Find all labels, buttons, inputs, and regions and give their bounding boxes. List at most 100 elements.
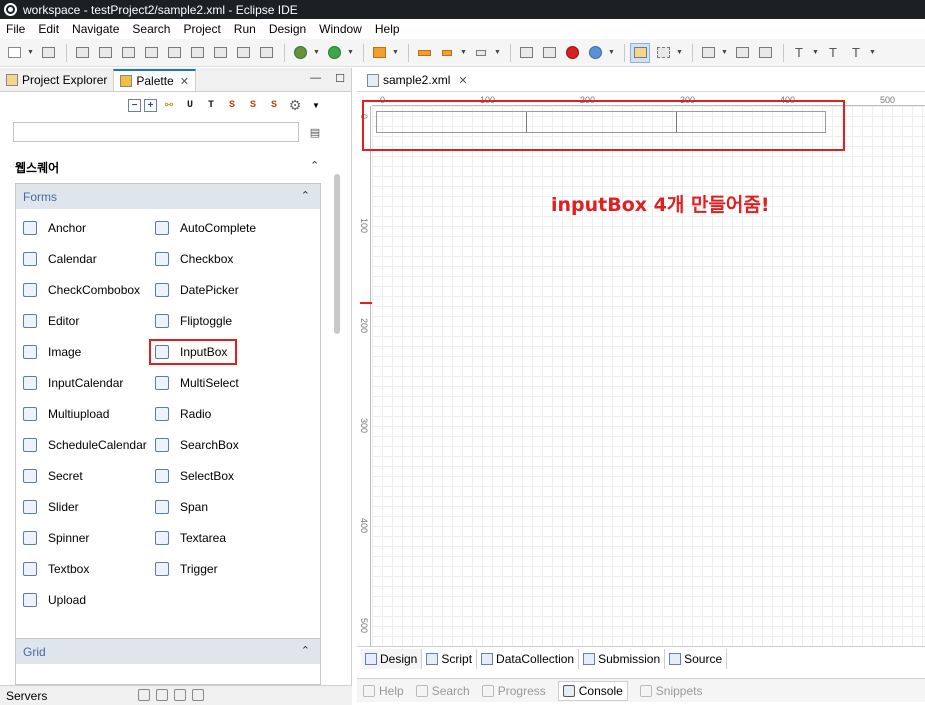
new-file-icon[interactable]	[4, 43, 24, 63]
menu-search[interactable]: Search	[132, 22, 170, 36]
menu-run[interactable]: Run	[234, 22, 256, 36]
tab-search[interactable]: Search	[415, 684, 470, 698]
menu-window[interactable]: Window	[319, 22, 362, 36]
maximize-icon[interactable]: ☐	[335, 72, 345, 85]
tools-icon[interactable]	[369, 43, 389, 63]
collapse-icon[interactable]: ⌃	[301, 189, 310, 202]
palette-item-searchbox[interactable]: SearchBox	[155, 434, 239, 456]
browser-dropdown-icon[interactable]: ▼	[608, 43, 615, 63]
design-canvas[interactable]: inputBox 4개 만들어줌!	[362, 100, 925, 646]
palette-item-calendar[interactable]: Calendar	[23, 248, 97, 270]
layout-icon-6[interactable]	[187, 43, 207, 63]
link-icon[interactable]: ⚯	[160, 96, 178, 114]
palette-item-schedulecalendar[interactable]: ScheduleCalendar	[23, 434, 147, 456]
palette-item-checkcombobox[interactable]: CheckCombobox	[23, 279, 140, 301]
palette-item-spinner[interactable]: Spinner	[23, 527, 89, 549]
collapse-all-icon[interactable]: −	[128, 98, 141, 112]
view-menu-icon[interactable]: ▼	[307, 96, 325, 114]
tag-s2-icon[interactable]: S	[244, 96, 262, 114]
layout-icon-4[interactable]	[141, 43, 161, 63]
palette-item-multiupload[interactable]: Multiupload	[23, 403, 109, 425]
debug-server-icon[interactable]	[156, 689, 168, 701]
palette-item-autocomplete[interactable]: AutoComplete	[155, 217, 256, 239]
start-server-icon[interactable]	[174, 689, 186, 701]
new-dropdown-icon[interactable]: ▼	[27, 43, 34, 63]
palette-item-checkbox[interactable]: Checkbox	[155, 248, 233, 270]
preview-icon[interactable]	[539, 43, 559, 63]
layout-icon-8[interactable]	[233, 43, 253, 63]
tab-snippets[interactable]: Snippets	[639, 684, 702, 698]
stop-server-icon[interactable]	[192, 689, 204, 701]
close-icon[interactable]: ✕	[180, 75, 189, 88]
align-icon[interactable]	[698, 43, 718, 63]
chevron-up-icon[interactable]: ⌃	[310, 159, 319, 172]
text-middle-icon[interactable]: T	[823, 43, 843, 63]
debug-dropdown-icon[interactable]: ▼	[313, 43, 320, 63]
open-perspective-icon[interactable]	[516, 43, 536, 63]
marquee-dropdown-icon[interactable]: ▼	[676, 43, 683, 63]
back-dropdown-icon[interactable]: ▼	[460, 43, 467, 63]
menu-help[interactable]: Help	[375, 22, 400, 36]
tab-palette[interactable]: Palette ✕	[113, 69, 196, 91]
run-dropdown-icon[interactable]: ▼	[347, 43, 354, 63]
text-bottom-dropdown-icon[interactable]: ▼	[869, 43, 876, 63]
scrollbar-thumb[interactable]	[334, 174, 340, 334]
marquee-icon[interactable]	[653, 43, 673, 63]
tag-u-icon[interactable]: U	[181, 96, 199, 114]
palette-item-anchor[interactable]: Anchor	[23, 217, 86, 239]
menu-project[interactable]: Project	[183, 22, 220, 36]
palette-item-slider[interactable]: Slider	[23, 496, 79, 518]
text-dropdown-icon[interactable]: ▼	[812, 43, 819, 63]
tab-submission[interactable]: Submission	[579, 648, 666, 669]
back-history-icon[interactable]	[414, 43, 434, 63]
tab-help[interactable]: Help	[363, 684, 404, 698]
text-top-icon[interactable]: T	[789, 43, 809, 63]
layout-icon-1[interactable]	[72, 43, 92, 63]
palette-item-upload[interactable]: Upload	[23, 589, 86, 611]
text-bottom-icon[interactable]: T	[846, 43, 866, 63]
tab-progress[interactable]: Progress	[481, 684, 546, 698]
tab-script[interactable]: Script	[422, 648, 478, 669]
menu-file[interactable]: File	[6, 22, 25, 36]
run-icon[interactable]	[324, 43, 344, 63]
menu-edit[interactable]: Edit	[38, 22, 59, 36]
palette-item-span[interactable]: Span	[155, 496, 208, 518]
debug-icon[interactable]	[290, 43, 310, 63]
select-tool-icon[interactable]	[630, 42, 650, 63]
palette-item-inputbox[interactable]: InputBox	[148, 339, 238, 365]
tab-source[interactable]: Source	[665, 648, 728, 669]
layout-icon-3[interactable]	[118, 43, 138, 63]
menu-navigate[interactable]: Navigate	[72, 22, 119, 36]
forward-arrow-icon[interactable]	[471, 43, 491, 63]
tab-project-explorer[interactable]: Project Explorer	[0, 69, 113, 91]
palette-item-datepicker[interactable]: DatePicker	[155, 279, 239, 301]
expand-all-icon[interactable]: +	[144, 98, 157, 112]
minimize-icon[interactable]: —	[310, 72, 321, 85]
collapse-icon[interactable]: ⌃	[301, 644, 310, 657]
tools-dropdown-icon[interactable]: ▼	[392, 43, 399, 63]
filter-icon[interactable]: ▤	[306, 123, 324, 141]
distribute-icon[interactable]	[732, 43, 752, 63]
close-icon[interactable]: ✕	[458, 74, 467, 87]
palette-item-image[interactable]: Image	[23, 341, 81, 363]
layout-icon-5[interactable]	[164, 43, 184, 63]
back-arrow-icon[interactable]	[437, 43, 457, 63]
save-icon[interactable]	[38, 43, 58, 63]
palette-item-selectbox[interactable]: SelectBox	[155, 465, 234, 487]
palette-item-trigger[interactable]: Trigger	[155, 558, 218, 580]
palette-item-editor[interactable]: Editor	[23, 310, 79, 332]
tab-design[interactable]: Design	[361, 648, 423, 669]
palette-item-inputcalendar[interactable]: InputCalendar	[23, 372, 123, 394]
layout-icon-2[interactable]	[95, 43, 115, 63]
align-dropdown-icon[interactable]: ▼	[721, 43, 728, 63]
zoom-100-icon[interactable]	[755, 43, 775, 63]
palette-item-textarea[interactable]: Textarea	[155, 527, 226, 549]
tab-servers[interactable]: Servers	[6, 689, 47, 703]
palette-item-fliptoggle[interactable]: Fliptoggle	[155, 310, 232, 332]
tag-s-icon[interactable]: S	[223, 96, 241, 114]
gear-icon[interactable]: ⚙	[286, 96, 304, 114]
layout-icon-7[interactable]	[210, 43, 230, 63]
tag-t-icon[interactable]: T	[202, 96, 220, 114]
tab-sample2-xml[interactable]: sample2.xml ✕	[361, 69, 474, 91]
palette-item-secret[interactable]: Secret	[23, 465, 83, 487]
